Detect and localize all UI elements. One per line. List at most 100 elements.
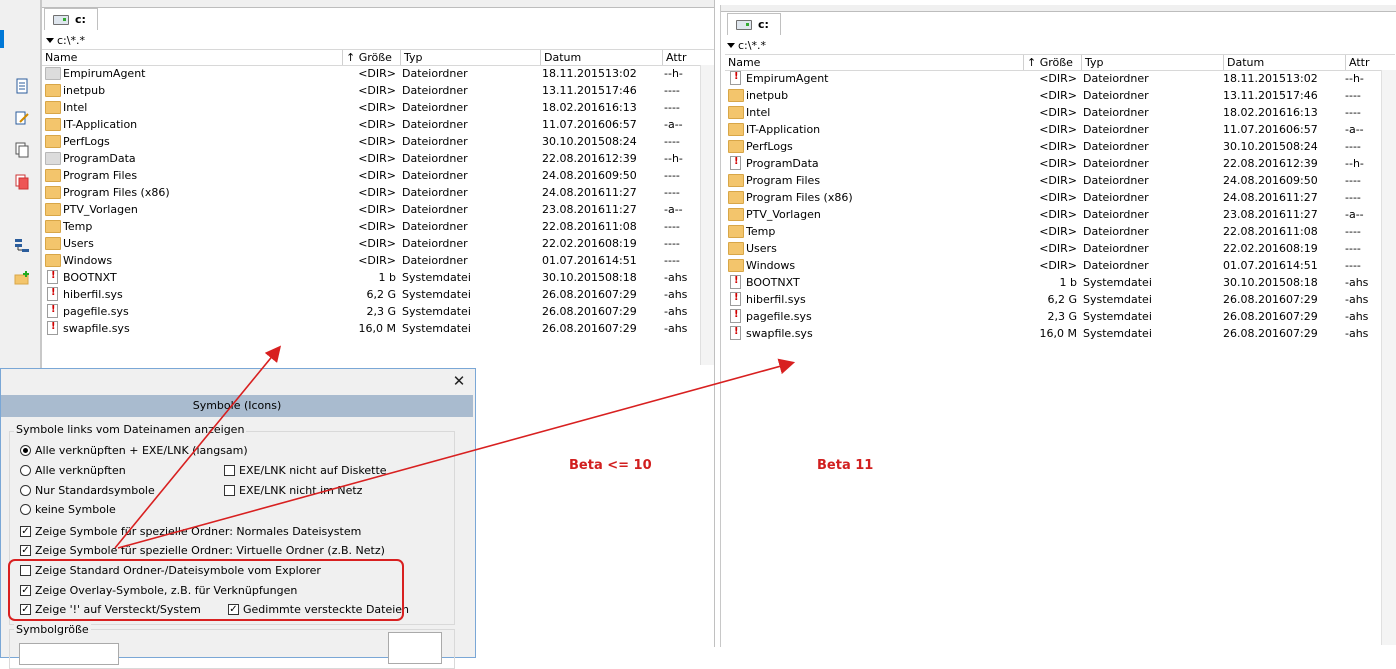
file-time: 09:50 (605, 169, 637, 182)
document-icon[interactable] (14, 78, 30, 94)
col-attr[interactable]: Attr (1345, 55, 1393, 70)
col-size[interactable]: ↑ Größe (1023, 55, 1081, 70)
file-row[interactable]: Users <DIR> Dateiordner 22.02.2016 08:19 ---- (725, 240, 1395, 257)
system-file-icon (730, 326, 741, 340)
panel-separator[interactable] (714, 0, 715, 647)
col-name[interactable]: Name (725, 55, 1023, 70)
file-row[interactable]: IT-Application <DIR> Dateiordner 11.07.2016… (42, 116, 714, 133)
file-row[interactable]: Windows <DIR> Dateiordner 01.07.2016 14:51 --… (725, 257, 1395, 274)
delete-icon[interactable] (14, 174, 30, 190)
folder-icon (45, 186, 61, 199)
edit-document-icon[interactable] (14, 110, 30, 126)
file-row[interactable]: Users <DIR> Dateiordner 22.02.2016 08:19 ---- (42, 235, 714, 252)
file-type: Dateiordner (402, 237, 468, 250)
file-name: Intel (63, 101, 88, 114)
file-attr: ---- (1345, 106, 1361, 119)
file-type: Dateiordner (402, 67, 468, 80)
file-row[interactable]: ProgramData <DIR> Dateiordner 22.08.201612:… (725, 155, 1395, 172)
file-date: 23.08.2016 (1223, 208, 1286, 221)
file-row[interactable]: swapfile.sys 16,0 M Systemdatei 26.08.20160… (42, 320, 714, 337)
folder-icon (45, 152, 61, 165)
file-row[interactable]: PerfLogs <DIR> Dateiordner 30.10.2015 08:24 -… (42, 133, 714, 150)
file-row[interactable]: Intel <DIR> Dateiordner 18.02.2016 16:13 ---- (725, 104, 1395, 121)
file-row[interactable]: Program Files (x86) <DIR> Dateiordner 24.08… (42, 184, 714, 201)
file-row[interactable]: IT-Application <DIR> Dateiordner 11.07.2016… (725, 121, 1395, 138)
file-row[interactable]: pagefile.sys 2,3 G Systemdatei 26.08.201607… (42, 303, 714, 320)
file-time: 07:29 (605, 288, 637, 301)
radio-none[interactable]: keine Symbole (20, 501, 116, 517)
file-time: 06:57 (1286, 123, 1318, 136)
file-row[interactable]: PTV_Vorlagen <DIR> Dateiordner 23.08.2016 11… (42, 201, 714, 218)
file-row[interactable]: PTV_Vorlagen <DIR> Dateiordner 23.08.2016 11… (725, 206, 1395, 223)
file-date: 30.10.2015 (1223, 276, 1286, 289)
file-row[interactable]: Temp <DIR> Dateiordner 22.08.2016 11:08 ---- (725, 223, 1395, 240)
file-row[interactable]: inetpub <DIR> Dateiordner 13.11.2015 17:46 --… (725, 87, 1395, 104)
dropdown-arrow-icon[interactable] (46, 37, 54, 43)
file-attr: -ahs (664, 271, 688, 284)
checkbox-special-virtual[interactable]: ✓ Zeige Symbole für spezielle Ordner: Vir… (20, 542, 385, 558)
new-folder-icon[interactable] (14, 270, 30, 286)
file-date: 18.02.2016 (1223, 106, 1286, 119)
file-row[interactable]: EmpirumAgent <DIR> Dateiordner 18.11.201513… (725, 70, 1395, 87)
col-type[interactable]: Typ (1081, 55, 1223, 70)
dropdown-arrow-icon[interactable] (727, 42, 735, 48)
file-row[interactable]: Program Files <DIR> Dateiordner 24.08.2016 0… (725, 172, 1395, 189)
file-row[interactable]: EmpirumAgent <DIR> Dateiordner 18.11.201513… (42, 65, 714, 82)
file-date: 22.02.2016 (542, 237, 605, 250)
file-type: Dateiordner (402, 101, 468, 114)
drive-icon (736, 19, 752, 30)
folder-icon (45, 237, 61, 250)
folder-icon (45, 220, 61, 233)
file-name: BOOTNXT (63, 271, 117, 284)
file-size: <DIR> (1039, 242, 1077, 255)
col-date[interactable]: Datum (540, 50, 662, 65)
file-row[interactable]: inetpub <DIR> Dateiordner 13.11.2015 17:46 --… (42, 82, 714, 99)
file-time: 12:39 (1286, 157, 1318, 170)
checkbox-exe-disk[interactable]: EXE/LNK nicht auf Diskette (224, 462, 387, 478)
file-attr: --h- (664, 152, 683, 165)
size-select[interactable] (19, 643, 119, 665)
drive-tab[interactable]: c: (44, 8, 98, 30)
tree-icon[interactable] (14, 238, 30, 254)
radio-all-exe[interactable]: Alle verknüpften + EXE/LNK (langsam) (20, 442, 248, 458)
path-bar[interactable]: c:\*.* (46, 33, 85, 47)
file-date: 26.08.2016 (542, 322, 605, 335)
radio-standard[interactable]: Nur Standardsymbole (20, 482, 155, 498)
col-type[interactable]: Typ (400, 50, 540, 65)
col-date[interactable]: Datum (1223, 55, 1345, 70)
file-type: Dateiordner (402, 186, 468, 199)
file-row[interactable]: Windows <DIR> Dateiordner 01.07.2016 14:51 --… (42, 252, 714, 269)
close-icon[interactable]: ✕ (451, 373, 467, 389)
file-row[interactable]: Program Files <DIR> Dateiordner 24.08.2016 0… (42, 167, 714, 184)
col-attr[interactable]: Attr (662, 50, 714, 65)
file-row[interactable]: Temp <DIR> Dateiordner 22.08.2016 11:08 ---- (42, 218, 714, 235)
radio-all[interactable]: Alle verknüpften (20, 462, 126, 478)
copy-icon[interactable] (14, 142, 30, 158)
file-row[interactable]: Program Files (x86) <DIR> Dateiordner 24.08… (725, 189, 1395, 206)
file-row[interactable]: Intel <DIR> Dateiordner 18.02.2016 16:13 ---- (42, 99, 714, 116)
file-row[interactable]: pagefile.sys 2,3 G Systemdatei 26.08.201607… (725, 308, 1395, 325)
col-size[interactable]: ↑ Größe (342, 50, 400, 65)
vertical-scrollbar[interactable] (1381, 70, 1396, 645)
file-date: 22.08.2016 (1223, 157, 1286, 170)
drive-tab[interactable]: c: (727, 13, 781, 35)
file-date: 26.08.2016 (1223, 327, 1286, 340)
file-row[interactable]: swapfile.sys 16,0 M Systemdatei 26.08.20160… (725, 325, 1395, 342)
checkbox-exe-net[interactable]: EXE/LNK nicht im Netz (224, 482, 362, 498)
file-name: PerfLogs (63, 135, 110, 148)
file-row[interactable]: hiberfil.sys 6,2 G Systemdatei 26.08.201607… (42, 286, 714, 303)
file-row[interactable]: hiberfil.sys 6,2 G Systemdatei 26.08.201607… (725, 291, 1395, 308)
path-bar[interactable]: c:\*.* (727, 38, 766, 52)
beta-right-note: Beta 11 (817, 458, 874, 473)
file-date: 01.07.2016 (1223, 259, 1286, 272)
file-size: 2,3 G (366, 305, 396, 318)
file-row[interactable]: PerfLogs <DIR> Dateiordner 30.10.2015 08:24 -… (725, 138, 1395, 155)
file-row[interactable]: BOOTNXT 1 b Systemdatei 30.10.201508:18 -ahs (725, 274, 1395, 291)
vertical-scrollbar[interactable] (700, 65, 715, 365)
col-name[interactable]: Name (42, 50, 342, 65)
file-date: 13.11.2015 (1223, 89, 1286, 102)
file-row[interactable]: ProgramData <DIR> Dateiordner 22.08.201612:… (42, 150, 714, 167)
file-row[interactable]: BOOTNXT 1 b Systemdatei 30.10.201508:18 -ahs (42, 269, 714, 286)
checkbox-special-normal[interactable]: ✓ Zeige Symbole für spezielle Ordner: Nor… (20, 523, 361, 539)
file-time: 16:13 (605, 101, 637, 114)
